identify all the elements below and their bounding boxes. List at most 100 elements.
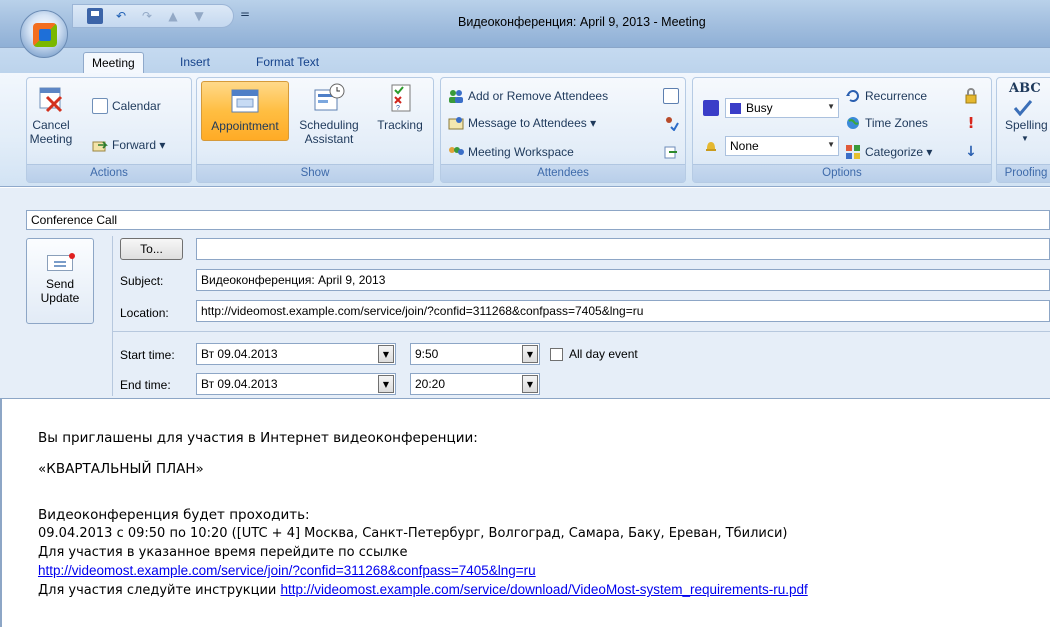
reminder-dropdown[interactable]: None ▼ bbox=[725, 136, 839, 156]
meeting-workspace-label: Meeting Workspace bbox=[468, 145, 574, 159]
reminder-bell-icon bbox=[703, 138, 719, 154]
body-line-requirements: Для участия следуйте инструкции bbox=[38, 583, 281, 598]
cancel-meeting-label-2: Meeting bbox=[29, 132, 73, 146]
low-importance-icon[interactable]: ↓ bbox=[963, 144, 979, 160]
address-book-icon[interactable] bbox=[663, 88, 679, 104]
calendar-button[interactable]: Calendar bbox=[92, 98, 161, 114]
tracking-icon: ? bbox=[384, 82, 416, 114]
appointment-button[interactable]: Appointment bbox=[201, 81, 289, 141]
start-time-input[interactable]: 9:50 bbox=[410, 343, 540, 365]
cancel-meeting-button[interactable]: Cancel Meeting bbox=[29, 82, 73, 146]
chevron-down-icon: ▼ bbox=[827, 140, 835, 149]
customize-qat-icon[interactable]: = bbox=[240, 7, 250, 21]
group-show: Appointment Scheduling Assistant ? Track… bbox=[196, 77, 434, 183]
forward-button[interactable]: Forward ▾ bbox=[92, 137, 165, 153]
chevron-down-icon[interactable]: ▼ bbox=[522, 345, 538, 363]
start-time-label: Start time: bbox=[120, 348, 175, 362]
add-remove-attendees-button[interactable]: Add or Remove Attendees bbox=[448, 88, 608, 104]
body-line-datetime: 09.04.2013 с 09:50 по 10:20 ([UTC + 4] М… bbox=[38, 526, 788, 541]
attendees-icon bbox=[448, 88, 464, 104]
group-attendees-label: Attendees bbox=[441, 164, 685, 182]
group-options: Busy ▼ None ▼ Recurrence Time Zones Cate… bbox=[692, 77, 992, 183]
categorize-icon bbox=[845, 144, 861, 160]
send-envelope-icon bbox=[47, 253, 75, 271]
tab-format-text[interactable]: Format Text bbox=[248, 52, 327, 73]
high-importance-icon[interactable]: ! bbox=[963, 115, 979, 131]
response-options-icon[interactable] bbox=[663, 144, 679, 160]
title-bar: ↶ ↷ ▲ ▼ = Видеоконференция: April 9, 201… bbox=[0, 0, 1050, 48]
chevron-down-icon[interactable]: ▼ bbox=[378, 345, 394, 363]
appointment-icon bbox=[229, 85, 261, 117]
show-as-dropdown[interactable]: Busy ▼ bbox=[725, 98, 839, 118]
update-label: Update bbox=[40, 291, 80, 305]
office-button[interactable] bbox=[20, 10, 68, 58]
chevron-down-icon: ▼ bbox=[1021, 134, 1029, 143]
private-lock-icon[interactable] bbox=[963, 88, 979, 104]
time-zones-button[interactable]: Time Zones bbox=[845, 115, 928, 131]
chevron-down-icon[interactable]: ▼ bbox=[522, 375, 538, 393]
subject-label: Subject: bbox=[120, 274, 164, 288]
requirements-link[interactable]: http://videomost.example.com/service/dow… bbox=[281, 582, 808, 597]
subject-input[interactable]: Видеоконференция: April 9, 2013 bbox=[196, 269, 1050, 291]
office-logo-icon bbox=[33, 23, 57, 47]
message-to-attendees-label: Message to Attendees ▾ bbox=[468, 116, 597, 130]
group-show-label: Show bbox=[197, 164, 433, 182]
group-actions: Cancel Meeting Calendar Forward ▾ Action… bbox=[26, 77, 192, 183]
location-label: Location: bbox=[120, 306, 169, 320]
tracking-button[interactable]: ? Tracking bbox=[371, 82, 429, 132]
location-input[interactable]: http://videomost.example.com/service/joi… bbox=[196, 300, 1050, 322]
ribbon-tabs: Meeting Insert Format Text bbox=[0, 48, 1050, 73]
undo-icon[interactable]: ↶ bbox=[113, 8, 129, 24]
quick-access-toolbar: ↶ ↷ ▲ ▼ bbox=[72, 4, 234, 28]
end-time-label: End time: bbox=[120, 378, 171, 392]
spelling-label: Spelling bbox=[1005, 118, 1048, 132]
chevron-down-icon[interactable]: ▼ bbox=[378, 375, 394, 393]
tab-meeting[interactable]: Meeting bbox=[83, 52, 144, 73]
group-actions-label: Actions bbox=[27, 164, 191, 182]
busy-swatch-icon bbox=[730, 102, 741, 114]
checkmark-icon bbox=[1013, 100, 1050, 118]
time-zones-label: Time Zones bbox=[865, 116, 928, 130]
to-input[interactable] bbox=[196, 238, 1050, 260]
send-update-button[interactable]: Send Update bbox=[26, 238, 94, 324]
recurrence-icon bbox=[845, 88, 861, 104]
time-divider bbox=[112, 331, 1050, 332]
recurrence-button[interactable]: Recurrence bbox=[845, 88, 927, 104]
message-icon bbox=[448, 115, 464, 131]
save-icon[interactable] bbox=[87, 8, 103, 24]
send-label: Send bbox=[45, 277, 75, 291]
redo-icon[interactable]: ↷ bbox=[139, 8, 155, 24]
group-proofing-label: Proofing bbox=[997, 164, 1050, 182]
check-names-icon[interactable] bbox=[663, 115, 679, 132]
to-button[interactable]: To... bbox=[120, 238, 183, 260]
chevron-down-icon: ▼ bbox=[827, 102, 835, 111]
message-body[interactable]: Вы приглашены для участия в Интернет вид… bbox=[0, 398, 1050, 627]
categorize-label: Categorize ▾ bbox=[865, 145, 933, 159]
window-title: Видеоконференция: April 9, 2013 - Meetin… bbox=[458, 15, 706, 29]
tab-insert[interactable]: Insert bbox=[172, 52, 218, 73]
end-date-input[interactable]: Вт 09.04.2013 bbox=[196, 373, 396, 395]
body-line-title: «КВАРТАЛЬНЫЙ ПЛАН» bbox=[38, 461, 204, 477]
appointment-label: Appointment bbox=[211, 119, 279, 133]
body-line-instructions: Для участия в указанное время перейдите … bbox=[38, 545, 408, 560]
message-to-attendees-button[interactable]: Message to Attendees ▾ bbox=[448, 115, 596, 131]
meeting-workspace-button[interactable]: Meeting Workspace bbox=[448, 144, 574, 160]
group-attendees: Add or Remove Attendees Message to Atten… bbox=[440, 77, 686, 183]
all-day-checkbox[interactable] bbox=[550, 348, 563, 361]
next-item-icon[interactable]: ▼ bbox=[191, 8, 207, 24]
calendar-label: Calendar bbox=[112, 99, 161, 113]
forward-icon bbox=[92, 137, 108, 153]
start-date-input[interactable]: Вт 09.04.2013 bbox=[196, 343, 396, 365]
previous-item-icon[interactable]: ▲ bbox=[165, 8, 181, 24]
cancel-meeting-icon bbox=[35, 82, 67, 114]
ribbon: Cancel Meeting Calendar Forward ▾ Action… bbox=[0, 73, 1050, 187]
group-options-label: Options bbox=[693, 164, 991, 182]
conversation-topic: Conference Call bbox=[26, 210, 1050, 230]
group-proofing: ABC Spelling ▼ Proofing bbox=[996, 77, 1050, 183]
scheduling-assistant-button[interactable]: Scheduling Assistant bbox=[293, 82, 365, 146]
body-line-schedule-heading: Видеоконференция будет проходить: bbox=[38, 507, 310, 523]
spelling-button[interactable]: ABC Spelling ▼ bbox=[1001, 82, 1050, 146]
end-time-input[interactable]: 20:20 bbox=[410, 373, 540, 395]
join-link[interactable]: http://videomost.example.com/service/joi… bbox=[38, 563, 536, 578]
categorize-button[interactable]: Categorize ▾ bbox=[845, 144, 932, 160]
